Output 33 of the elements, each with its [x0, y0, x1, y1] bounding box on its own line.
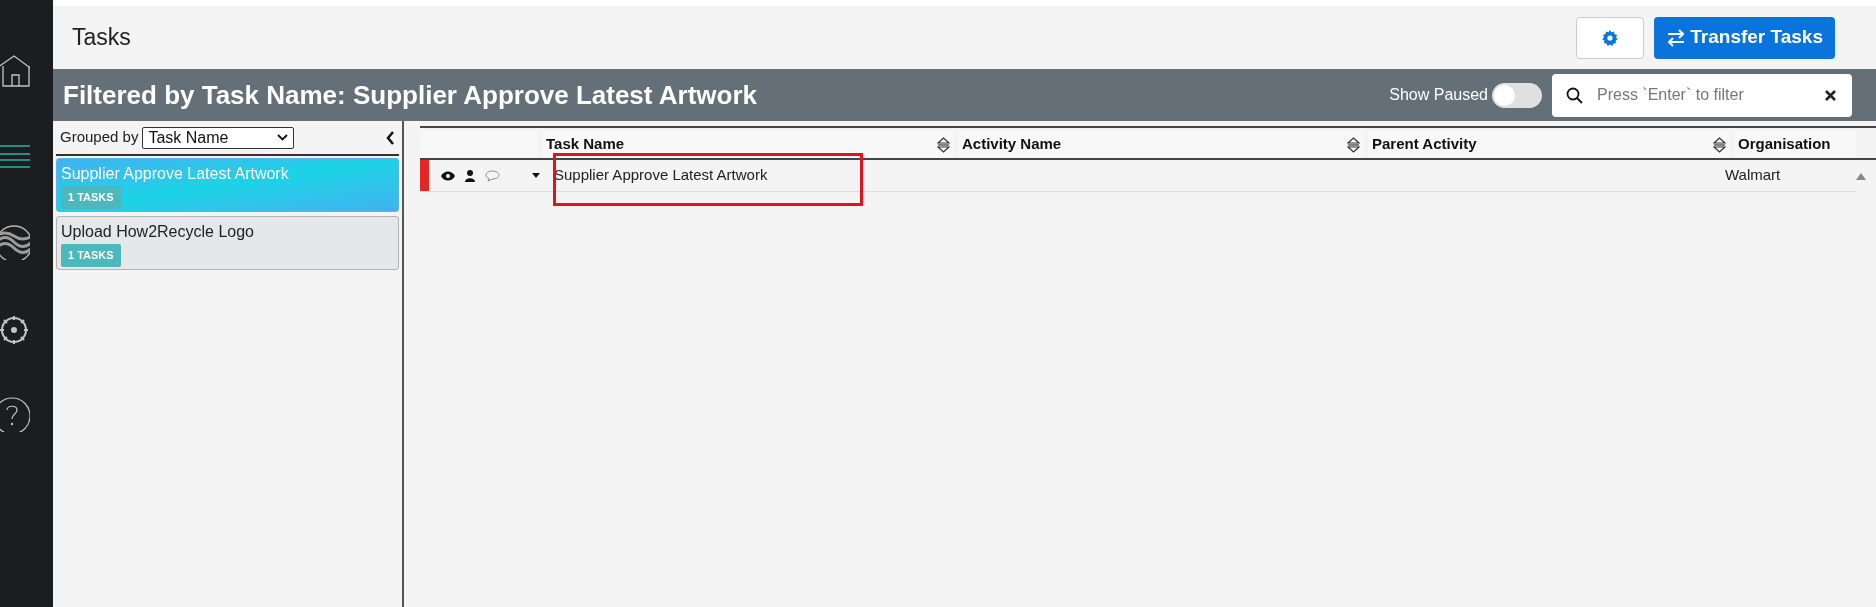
- filter-title: Filtered by Task Name: Supplier Approve Latest Artwork: [63, 78, 758, 112]
- comment-icon[interactable]: [485, 169, 500, 182]
- grouped-by-label: Grouped by: [60, 127, 139, 148]
- table-cell: Supplier Approve Latest Artwork: [554, 166, 768, 184]
- show-paused-label: Show Paused: [1389, 85, 1488, 105]
- task-count-badge: 1 TASKS: [61, 244, 121, 267]
- group-item[interactable]: Upload How2Recycle Logo 1 TASKS: [56, 216, 399, 270]
- settings-button[interactable]: [1576, 16, 1645, 59]
- help-icon[interactable]: [0, 396, 30, 432]
- view-icon[interactable]: [441, 170, 455, 181]
- caret-icon[interactable]: [532, 173, 540, 178]
- transfer-tasks-button[interactable]: Transfer Tasks: [1654, 16, 1835, 59]
- group-name: Upload How2Recycle Logo: [61, 222, 255, 242]
- sort-icon[interactable]: [937, 137, 950, 153]
- sort-icon[interactable]: [1713, 137, 1726, 153]
- settings-icon: [1602, 29, 1619, 46]
- caret-icon: [277, 134, 289, 141]
- scroll-up-icon[interactable]: [1856, 173, 1866, 180]
- show-paused-toggle[interactable]: [1492, 82, 1542, 108]
- sort-icon[interactable]: [1347, 137, 1360, 153]
- task-count-badge: 1 TASKS: [61, 186, 121, 209]
- page-title: Tasks: [72, 23, 131, 53]
- table-cell: Walmart: [1725, 166, 1781, 184]
- user-icon[interactable]: [465, 169, 475, 182]
- search-icon: [1566, 86, 1583, 104]
- filter-search-field[interactable]: Press `Enter` to filter: [1552, 73, 1852, 117]
- clear-icon[interactable]: [1825, 89, 1836, 101]
- group-by-dropdown[interactable]: Task Name: [142, 126, 295, 149]
- column-header[interactable]: Task Name: [546, 133, 625, 156]
- group-name: Supplier Approve Latest Artwork: [61, 164, 290, 184]
- waves-icon[interactable]: [0, 224, 30, 260]
- collapse-icon[interactable]: [386, 130, 395, 145]
- transfer-icon: [1666, 28, 1687, 47]
